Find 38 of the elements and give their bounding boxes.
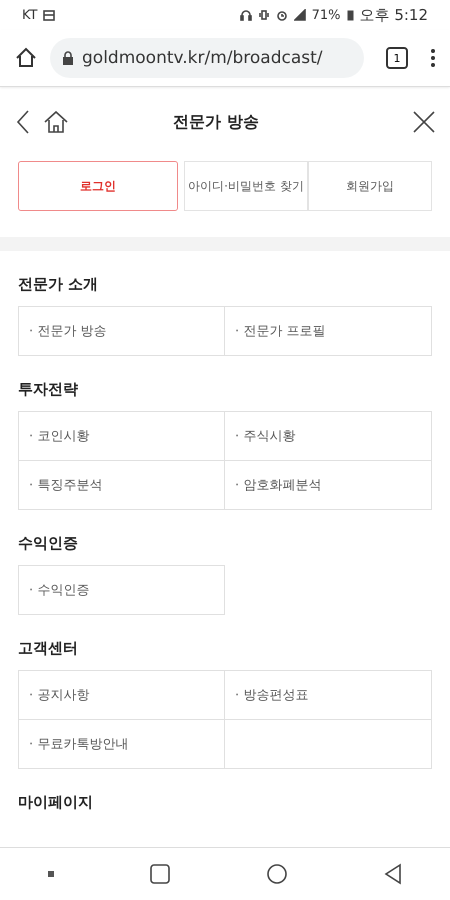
menu-link[interactable]: · 수익인증 — [18, 565, 225, 615]
section-title: 마이페이지 — [18, 793, 94, 812]
auth-button[interactable]: 아이디·비밀번호 찾기 — [184, 161, 308, 211]
section-title: 수익인증 — [18, 534, 79, 553]
menu-link[interactable]: · 코인시황 — [18, 411, 225, 461]
menu-link[interactable]: · 공지사항 — [18, 670, 225, 720]
back-icon[interactable] — [382, 863, 402, 885]
home-icon[interactable] — [14, 46, 38, 70]
home-icon[interactable] — [42, 109, 70, 135]
page-title: 전문가 방송 — [172, 112, 260, 132]
recents-icon[interactable] — [148, 863, 170, 885]
login-button[interactable]: 로그인 — [18, 161, 178, 211]
home-button-icon[interactable] — [266, 863, 288, 885]
section-title: 고객센터 — [18, 639, 79, 658]
headphones-icon — [240, 9, 252, 21]
close-icon[interactable] — [412, 110, 436, 134]
address-bar[interactable]: goldmoontv.kr/m/broadcast/ — [50, 38, 364, 78]
menu-link[interactable]: · 특징주분석 — [18, 461, 225, 510]
more-icon[interactable] — [430, 48, 436, 68]
battery-icon — [346, 9, 354, 21]
alarm-icon — [276, 9, 288, 21]
vibrate-icon — [258, 9, 270, 21]
clock-time: 오후 5:12 — [360, 6, 428, 24]
section-title: 투자전략 — [18, 380, 79, 399]
menu-link[interactable]: · 주식시황 — [225, 411, 432, 461]
signal-icon — [294, 9, 306, 21]
lock-icon — [62, 51, 74, 65]
carrier-label: KT — [22, 8, 38, 22]
menu-link[interactable]: · 전문가 프로필 — [225, 306, 432, 356]
menu-link[interactable]: · 전문가 방송 — [18, 306, 225, 356]
menu-link[interactable]: · 방송편성표 — [225, 670, 432, 720]
tab-count[interactable]: 1 — [386, 47, 408, 69]
message-icon — [43, 10, 56, 20]
section-title: 전문가 소개 — [18, 275, 100, 294]
menu-link[interactable]: · 암호화폐분석 — [225, 461, 432, 510]
battery-label: 71% — [312, 8, 341, 22]
menu-link[interactable]: · 무료카톡방안내 — [18, 720, 225, 769]
auth-button[interactable]: 회원가입 — [308, 161, 432, 211]
